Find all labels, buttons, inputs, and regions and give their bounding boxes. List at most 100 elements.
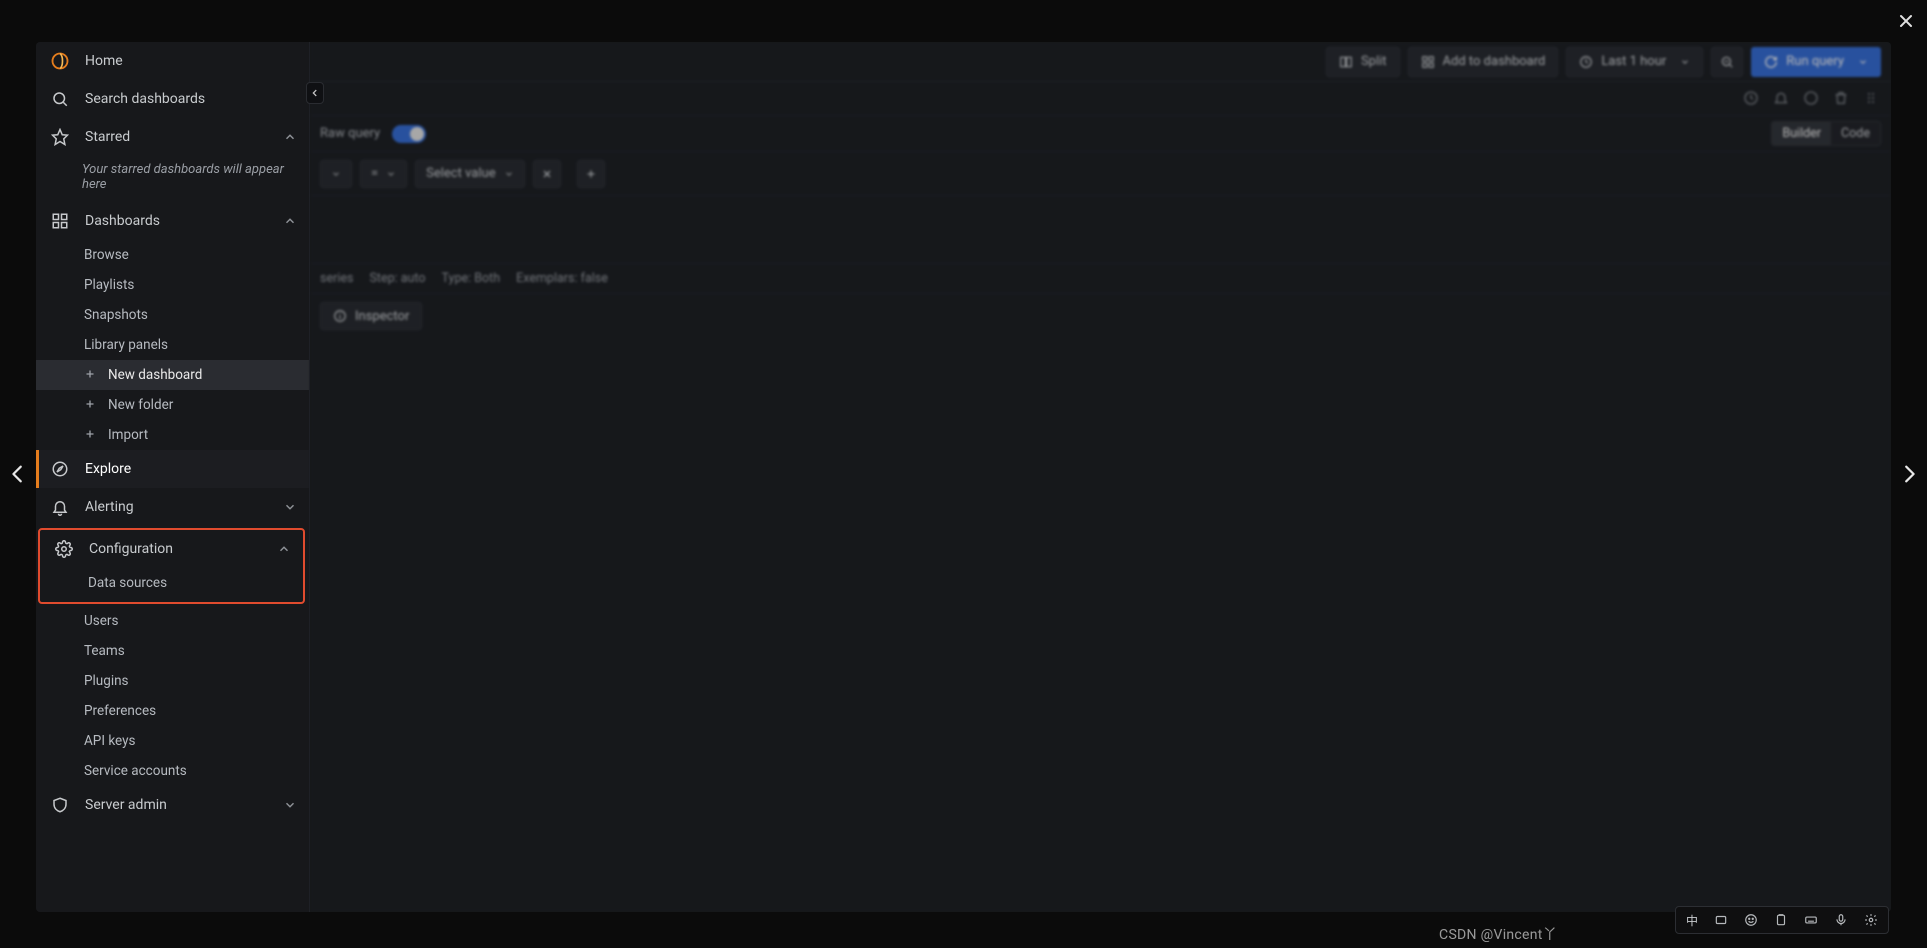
sidebar-item-library-panels[interactable]: Library panels: [36, 330, 309, 360]
ime-emoji-icon[interactable]: [1742, 911, 1760, 929]
inspector-label: Inspector: [355, 309, 409, 324]
sidebar-item-teams[interactable]: Teams: [36, 636, 309, 666]
zoom-out-button[interactable]: [1711, 47, 1743, 77]
editor-mode-group: Builder Code: [1771, 121, 1881, 146]
info-icon: [333, 309, 347, 323]
add-filter-button[interactable]: [577, 160, 605, 188]
sidebar-item-label: Browse: [84, 247, 129, 263]
nav-alerting-label: Alerting: [85, 499, 269, 515]
mode-code-button[interactable]: Code: [1831, 122, 1880, 145]
starred-empty-hint: Your starred dashboards will appear here: [36, 156, 309, 202]
bell-icon: [49, 498, 71, 516]
refresh-icon: [1764, 55, 1778, 69]
sidebar-item-new-folder[interactable]: New folder: [36, 390, 309, 420]
nav-search[interactable]: Search dashboards: [36, 80, 309, 118]
run-query-button[interactable]: Run query: [1751, 47, 1881, 77]
gallery-next-button[interactable]: [1891, 444, 1927, 504]
sidebar-collapse-button[interactable]: [306, 82, 324, 104]
sidebar-item-data-sources[interactable]: Data sources: [40, 568, 303, 598]
nav-starred[interactable]: Starred: [36, 118, 309, 156]
nav-home[interactable]: Home: [36, 42, 309, 80]
ime-toolbar: 中: [1675, 906, 1889, 934]
add-to-dashboard-label: Add to dashboard: [1443, 54, 1546, 69]
query-editor-header: Raw query Builder Code: [310, 116, 1891, 152]
raw-query-toggle[interactable]: [392, 125, 426, 143]
history-icon[interactable]: [1743, 90, 1761, 108]
nav-configuration[interactable]: Configuration: [40, 530, 303, 568]
sidebar-item-label: New folder: [108, 397, 173, 413]
nav-starred-label: Starred: [85, 129, 269, 145]
ime-clipboard-icon[interactable]: [1772, 911, 1790, 929]
sidebar-item-new-dashboard[interactable]: New dashboard: [36, 360, 309, 390]
label-key-select[interactable]: [320, 160, 352, 188]
split-label: Split: [1361, 54, 1387, 69]
sidebar-item-label: Teams: [84, 643, 125, 659]
add-to-dashboard-button[interactable]: Add to dashboard: [1408, 47, 1559, 77]
zoom-out-icon: [1720, 55, 1734, 69]
sidebar-item-label: Playlists: [84, 277, 134, 293]
chevron-up-icon: [283, 130, 297, 144]
create-alert-icon[interactable]: [1773, 90, 1791, 108]
ime-language-button[interactable]: 中: [1684, 912, 1700, 929]
shield-icon: [49, 796, 71, 814]
nav-search-label: Search dashboards: [85, 91, 297, 107]
sidebar-item-label: Snapshots: [84, 307, 148, 323]
label-value-select[interactable]: Select value: [415, 160, 524, 188]
highlight-annotation: Configuration Data sources: [38, 528, 305, 604]
plus-icon: [84, 398, 98, 412]
sidebar-item-api-keys[interactable]: API keys: [36, 726, 309, 756]
star-icon: [49, 128, 71, 146]
sidebar-item-label: Service accounts: [84, 763, 187, 779]
opt-exemplars: Exemplars: false: [516, 271, 608, 286]
sidebar-item-users[interactable]: Users: [36, 606, 309, 636]
sidebar-item-preferences[interactable]: Preferences: [36, 696, 309, 726]
raw-query-label: Raw query: [320, 126, 380, 141]
sidebar-item-label: Library panels: [84, 337, 168, 353]
query-options-row: series Step: auto Type: Both Exemplars: …: [310, 264, 1891, 294]
columns-icon: [1339, 55, 1353, 69]
chevron-down-icon: [283, 798, 297, 812]
ime-mic-icon[interactable]: [1832, 911, 1850, 929]
operator-select[interactable]: =: [360, 160, 407, 188]
nav-explore[interactable]: Explore: [36, 450, 309, 488]
chevron-down-icon: [283, 500, 297, 514]
ime-punctuation-icon[interactable]: [1712, 911, 1730, 929]
sidebar-item-service-accounts[interactable]: Service accounts: [36, 756, 309, 786]
sidebar-item-import[interactable]: Import: [36, 420, 309, 450]
nav-alerting[interactable]: Alerting: [36, 488, 309, 526]
app-shell: Home Search dashboards Starred: [36, 42, 1891, 912]
nav-dashboards[interactable]: Dashboards: [36, 202, 309, 240]
sidebar-item-browse[interactable]: Browse: [36, 240, 309, 270]
apps-icon: [1421, 55, 1435, 69]
ime-keyboard-icon[interactable]: [1802, 911, 1820, 929]
sidebar-item-snapshots[interactable]: Snapshots: [36, 300, 309, 330]
sidebar-item-label: New dashboard: [108, 367, 202, 383]
drag-handle-icon[interactable]: [1863, 90, 1881, 108]
ime-settings-icon[interactable]: [1862, 911, 1880, 929]
compass-icon: [49, 460, 71, 478]
query-editor-body: [310, 196, 1891, 264]
opt-type: Type: Both: [442, 271, 501, 286]
query-inspector-button[interactable]: Inspector: [320, 302, 422, 330]
nav-server-admin-label: Server admin: [85, 797, 269, 813]
split-button[interactable]: Split: [1326, 47, 1400, 77]
plus-icon: [84, 428, 98, 442]
sidebar-item-label: Plugins: [84, 673, 129, 689]
time-range-picker[interactable]: Last 1 hour: [1566, 47, 1703, 77]
remove-filter-button[interactable]: [533, 160, 561, 188]
sidebar-item-plugins[interactable]: Plugins: [36, 666, 309, 696]
chevron-down-icon: [331, 169, 341, 179]
gallery-prev-button[interactable]: [0, 444, 36, 504]
main-content: Split Add to dashboard Last 1 hour Run q…: [310, 42, 1891, 912]
disable-query-icon[interactable]: [1803, 90, 1821, 108]
trash-icon[interactable]: [1833, 90, 1851, 108]
grafana-logo-icon: [49, 51, 71, 71]
query-footer-row: Inspector: [310, 294, 1891, 338]
close-icon[interactable]: [1891, 6, 1921, 36]
mode-builder-button[interactable]: Builder: [1772, 122, 1831, 145]
nav-server-admin[interactable]: Server admin: [36, 786, 309, 824]
search-icon: [49, 90, 71, 108]
chevron-down-icon: [1680, 57, 1690, 67]
sidebar-item-playlists[interactable]: Playlists: [36, 270, 309, 300]
sidebar: Home Search dashboards Starred: [36, 42, 310, 912]
